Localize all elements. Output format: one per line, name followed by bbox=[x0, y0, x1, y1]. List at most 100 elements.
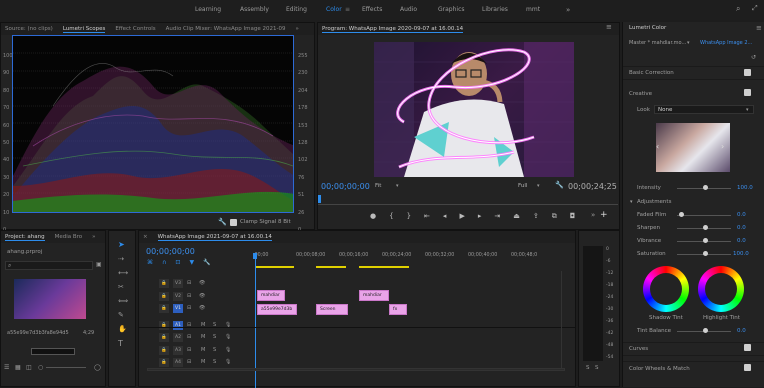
track-target-button[interactable]: V2 bbox=[173, 291, 183, 301]
highlight-tint-wheel[interactable] bbox=[698, 266, 744, 312]
add-button-icon[interactable]: + bbox=[600, 210, 608, 220]
work-area-bar-1[interactable] bbox=[256, 266, 294, 268]
timeline-close-icon[interactable]: × bbox=[143, 234, 148, 240]
shadow-tint-wheel[interactable] bbox=[643, 266, 689, 312]
clamp-signal-checkbox[interactable] bbox=[230, 219, 237, 226]
snap-icon[interactable]: ⌘ bbox=[147, 259, 153, 266]
workspace-graphics[interactable]: Graphics bbox=[438, 6, 465, 13]
sharpen-value[interactable]: 0.0 bbox=[737, 225, 746, 231]
toggle-output-eye-icon[interactable]: 👁 bbox=[199, 280, 205, 286]
vibrance-value[interactable]: 0.0 bbox=[737, 238, 746, 244]
sync-lock-icon[interactable]: ⊟ bbox=[187, 305, 191, 311]
look-next-icon[interactable]: › bbox=[721, 142, 724, 151]
tab-sequence[interactable]: WhatsApp Image 2021-09-07 at 16.00.14 bbox=[157, 234, 272, 241]
track-header-v1[interactable]: 🔒 V1 ⊟ 👁 bbox=[159, 303, 251, 314]
basic-correction-checkbox[interactable] bbox=[744, 69, 751, 76]
compare-icon[interactable]: ⧉ bbox=[552, 212, 557, 221]
tab-project[interactable]: Project: ahang bbox=[5, 234, 45, 241]
tint-balance-value[interactable]: 0.0 bbox=[737, 328, 746, 334]
add-marker-icon[interactable]: ● bbox=[370, 212, 376, 221]
intensity-knob[interactable] bbox=[703, 185, 708, 190]
program-playhead[interactable] bbox=[318, 195, 321, 203]
work-area-bar-2[interactable] bbox=[316, 266, 346, 268]
timeline-settings-icon[interactable]: 🔧 bbox=[203, 259, 210, 266]
tab-audio-clip-mixer[interactable]: Audio Clip Mixer: WhatsApp Image 2021-09 bbox=[166, 26, 286, 32]
sync-lock-icon[interactable]: ⊟ bbox=[187, 293, 191, 299]
list-view-icon[interactable]: ☰ bbox=[4, 364, 9, 371]
toggle-output-eye-icon[interactable]: 👁 bbox=[199, 305, 205, 311]
go-to-out-icon[interactable]: ⇥ bbox=[494, 212, 500, 221]
track-lock-icon[interactable]: 🔒 bbox=[159, 345, 169, 355]
lumetri-menu-icon[interactable]: ≡ bbox=[756, 24, 762, 32]
workspace-color[interactable]: Color bbox=[326, 6, 342, 13]
track-lock-icon[interactable]: 🔒 bbox=[159, 320, 169, 330]
quality-chevron-icon[interactable]: ▾ bbox=[537, 183, 540, 189]
track-header-v3[interactable]: 🔒 V3 ⊟ 👁 bbox=[159, 278, 251, 289]
track-target-button[interactable]: V3 bbox=[173, 279, 183, 288]
playhead-handle[interactable] bbox=[253, 253, 257, 259]
faded-film-value[interactable]: 0.0 bbox=[737, 212, 746, 218]
wrench-icon[interactable]: 🔧 bbox=[218, 218, 227, 226]
master-chevron-icon[interactable]: ▾ bbox=[687, 40, 690, 46]
voiceover-mic-icon[interactable]: 🎙 bbox=[225, 334, 231, 340]
icon-view-icon[interactable]: ▦ bbox=[15, 364, 21, 371]
step-forward-icon[interactable]: ▸ bbox=[478, 212, 482, 221]
tab-media-browser[interactable]: Media Bro bbox=[55, 234, 83, 240]
workspace-effects[interactable]: Effects bbox=[362, 6, 382, 13]
reset-icon[interactable]: ↺ bbox=[751, 54, 756, 61]
mute-button[interactable]: M bbox=[201, 359, 205, 365]
program-timecode[interactable]: 00;00;00;00 bbox=[321, 182, 370, 191]
mark-in-icon[interactable]: { bbox=[389, 212, 393, 221]
quality-select[interactable]: Full bbox=[518, 183, 527, 189]
thumbnail-size-slider[interactable] bbox=[46, 367, 86, 368]
razor-tool-icon[interactable]: ✂ bbox=[118, 283, 124, 291]
quick-export-icon[interactable]: ⤢ bbox=[752, 4, 758, 13]
lift-icon[interactable]: ⏏ bbox=[513, 212, 520, 221]
tab-source[interactable]: Source: (no clips) bbox=[5, 26, 53, 32]
track-header-a3[interactable]: 🔒 A3 ⊟ M S 🎙 bbox=[159, 345, 251, 356]
curves-checkbox[interactable] bbox=[744, 344, 751, 351]
track-select-tool-icon[interactable]: ⇢ bbox=[118, 255, 124, 263]
timeline-horizontal-scroll[interactable] bbox=[147, 368, 565, 371]
track-target-button[interactable]: V1 bbox=[173, 304, 183, 313]
export-frame-icon[interactable]: ◘ bbox=[570, 212, 576, 221]
sync-lock-icon[interactable]: ⊟ bbox=[187, 347, 191, 353]
clip-v1-a[interactable]: a55e99e7d3b bbox=[257, 304, 297, 315]
track-lock-icon[interactable]: 🔒 bbox=[159, 358, 169, 367]
mark-out-icon[interactable]: } bbox=[407, 212, 411, 221]
time-ruler[interactable]: ;00;00 00;00;08;00 00;00;16;00 00;00;24;00 0… bbox=[253, 253, 573, 263]
settings-wrench-icon[interactable]: 🔧 bbox=[555, 181, 564, 189]
workspace-assembly[interactable]: Assembly bbox=[240, 6, 269, 13]
sync-lock-icon[interactable]: ⊟ bbox=[187, 280, 191, 286]
voiceover-mic-icon[interactable]: 🎙 bbox=[225, 359, 231, 365]
vibrance-knob[interactable] bbox=[703, 238, 708, 243]
saturation-value[interactable]: 100.0 bbox=[733, 251, 749, 257]
track-header-a1[interactable]: 🔒 A1 ⊟ M S 🎙 bbox=[159, 320, 251, 331]
clip-v1-b[interactable]: Screen bbox=[316, 304, 348, 315]
track-lock-icon[interactable]: 🔒 bbox=[159, 291, 169, 301]
step-back-icon[interactable]: ◂ bbox=[443, 212, 447, 221]
nest-icon[interactable]: ⊡ bbox=[175, 259, 180, 266]
workspace-learning[interactable]: Learning bbox=[195, 6, 221, 13]
timeline-vertical-scroll[interactable] bbox=[561, 271, 567, 371]
master-clip-selector[interactable]: Master * mahdiar.mo... bbox=[629, 40, 686, 46]
track-target-button[interactable]: A2 bbox=[173, 333, 183, 342]
tab-program[interactable]: Program: WhatsApp Image 2020-09-07 at 16… bbox=[322, 26, 464, 33]
track-header-a4[interactable]: 🔒 A4 ⊟ M S 🎙 bbox=[159, 357, 251, 368]
project-clip-thumbnail[interactable] bbox=[14, 279, 86, 319]
project-clip-name[interactable]: a55e99e7d3b3fa8e94d5 bbox=[7, 330, 73, 336]
ripple-edit-tool-icon[interactable]: ⟷ bbox=[118, 269, 128, 277]
hand-tool-icon[interactable]: ✋ bbox=[118, 325, 127, 333]
adjustments-label[interactable]: Adjustments bbox=[637, 199, 671, 205]
adjustments-chevron-icon[interactable]: ▾ bbox=[630, 199, 633, 205]
button-editor-more-icon[interactable]: » bbox=[591, 211, 595, 219]
track-target-button[interactable]: A1 bbox=[173, 320, 183, 330]
workspace-audio[interactable]: Audio bbox=[400, 6, 417, 13]
faded-film-slider[interactable] bbox=[677, 215, 731, 216]
project-more-icon[interactable]: » bbox=[92, 234, 95, 240]
clip-v3[interactable]: mahdiar bbox=[257, 290, 285, 301]
solo-right-button[interactable]: S bbox=[595, 365, 599, 371]
play-icon[interactable]: ▶ bbox=[459, 212, 464, 221]
program-scrubber[interactable] bbox=[318, 197, 618, 205]
solo-button[interactable]: S bbox=[213, 347, 216, 353]
